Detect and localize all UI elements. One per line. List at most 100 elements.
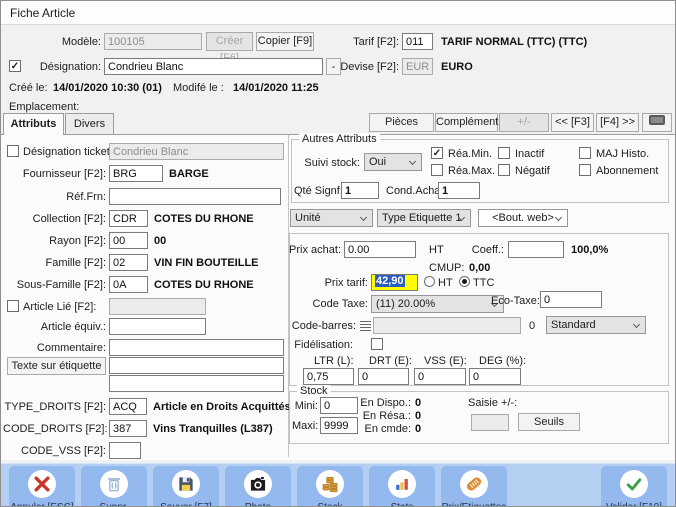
famille-field[interactable] [109,254,148,271]
devise-field[interactable] [402,58,433,75]
tab-divers[interactable]: Divers [65,113,114,134]
abonnement-checkbox[interactable] [579,164,591,176]
code-taxe-dropdown[interactable]: (11) 20.00% [371,295,504,313]
vss-field[interactable] [414,368,466,385]
rea-min-checkbox[interactable] [431,147,443,159]
rea-max-checkbox[interactable] [431,164,443,176]
fournisseur-field[interactable] [109,165,163,182]
stock-button[interactable]: Stock [297,466,363,507]
ht-radio[interactable] [424,276,435,287]
code-droits-desc: Vins Tranquilles (L387) [153,423,273,435]
eco-taxe-field[interactable] [540,291,602,308]
sous-famille-field[interactable] [109,276,148,293]
famille-label: Famille [F2]: [3,257,106,269]
ttc-radio[interactable] [459,276,470,287]
stock-group-title: Stock [297,385,331,397]
deg-field[interactable] [469,368,521,385]
en-dispo-label: En Dispo.: [351,397,411,409]
fidelisation-checkbox[interactable] [371,338,383,350]
bottom-toolbar: Annuler [ESC] Suppr. Sauver [F7] Photo S… [1,463,676,507]
saisie-field[interactable] [471,414,509,431]
next-f4-button[interactable]: [F4] >> [596,113,639,132]
abonnement-label: Abonnement [596,165,658,177]
code-taxe-label: Code Taxe: [268,298,368,310]
prix-tarif-field[interactable]: 42,90 [371,274,418,291]
cancel-x-icon [28,470,56,498]
inactif-label: Inactif [515,148,544,160]
save-button[interactable]: Sauver [F7] [153,466,219,507]
prev-f3-button[interactable]: << [F3] [551,113,594,132]
sous-famille-desc: COTES DU RHONE [154,279,254,291]
creer-button[interactable]: Créer [F6] [206,32,253,51]
bout-web-dropdown[interactable]: <Bout. web> [478,209,568,227]
prix-achat-field[interactable] [344,241,416,258]
prix-achat-label: Prix achat: [241,244,341,256]
devise-desc: EURO [441,61,473,73]
code-droits-field[interactable] [109,420,147,437]
code-barres-field[interactable] [373,317,521,334]
chevron-down-icon [360,214,367,221]
designation-ticket-field[interactable] [109,143,284,160]
designation-field[interactable] [104,58,323,75]
tab-attributs[interactable]: Attributs [3,113,64,135]
qte-signf-label: Qté Signf: [294,185,338,197]
etiquette-line2-field[interactable] [109,375,284,392]
suivi-stock-dropdown[interactable]: Oui [364,153,422,171]
prix-tarif-selected-text: 42,90 [375,275,405,287]
eco-taxe-label: Eco-Taxe: [491,295,536,307]
cond-achat-field[interactable] [438,182,480,199]
stats-button[interactable]: Stats [369,466,435,507]
barcode-tag-icon [460,470,488,498]
camera-icon [244,470,272,498]
drt-field[interactable] [358,368,409,385]
prix-tarif-label: Prix tarif: [268,277,368,289]
seuils-button[interactable]: Seuils [518,413,580,431]
modified-label: Modifé le : [173,82,224,94]
barcode-list-icon[interactable] [360,321,371,331]
suivi-stock-label: Suivi stock: [298,157,360,169]
ref-frn-field[interactable] [109,188,281,205]
complements-button[interactable]: Compléments [435,113,498,132]
type-droits-label: TYPE_DROITS [F2]: [3,401,106,413]
maj-histo-label: MAJ Histo. [596,148,649,160]
photo-button[interactable]: Photo [225,466,291,507]
article-lie-checkbox[interactable] [7,300,19,312]
article-lie-field[interactable] [109,298,206,315]
code-vss-field[interactable] [109,442,141,459]
cancel-button[interactable]: Annuler [ESC] [9,466,75,507]
rayon-label: Rayon [F2]: [3,235,106,247]
texte-etiquette-button[interactable]: Texte sur étiquette [7,357,106,375]
article-equiv-field[interactable] [109,318,206,335]
ref-frn-label: Réf.Frn: [3,191,106,203]
collection-label: Collection [F2]: [3,213,106,225]
copier-button[interactable]: Copier [F9] [256,32,314,51]
type-etiquette-dropdown[interactable]: Type Etiquette 1 [377,209,471,227]
ltr-field[interactable] [303,368,354,385]
keyboard-button[interactable] [642,113,672,132]
type-droits-field[interactable] [109,398,147,415]
unite-dropdown[interactable]: Unité [290,209,373,227]
designation-checkbox[interactable] [9,60,21,72]
designation-label: Désignation: [27,61,101,73]
modele-field[interactable] [104,33,202,50]
prix-etiquettes-button[interactable]: Prix/Etiquettes [441,466,507,507]
rayon-field[interactable] [109,232,148,249]
collection-field[interactable] [109,210,148,227]
tarif-label: Tarif [F2]: [331,36,399,48]
validate-button[interactable]: Valider [F10] [601,466,667,507]
etiquette-line1-field[interactable] [109,357,284,374]
maj-histo-checkbox[interactable] [579,147,591,159]
code-barres-type-dropdown[interactable]: Standard [546,316,646,334]
delete-button[interactable]: Suppr. [81,466,147,507]
coeff-field[interactable] [508,241,564,258]
tarif-field[interactable] [402,33,433,50]
plus-moins-button[interactable]: +/- [499,113,549,132]
devise-label: Devise [F2]: [331,61,399,73]
negatif-checkbox[interactable] [498,164,510,176]
inactif-checkbox[interactable] [498,147,510,159]
qte-signf-field[interactable] [341,182,379,199]
pieces-jointes-button[interactable]: Pièces jointes [369,113,434,132]
collection-desc: COTES DU RHONE [154,213,254,225]
designation-ticket-checkbox[interactable] [7,145,19,157]
created-value: 14/01/2020 10:30 (01) [53,82,162,94]
